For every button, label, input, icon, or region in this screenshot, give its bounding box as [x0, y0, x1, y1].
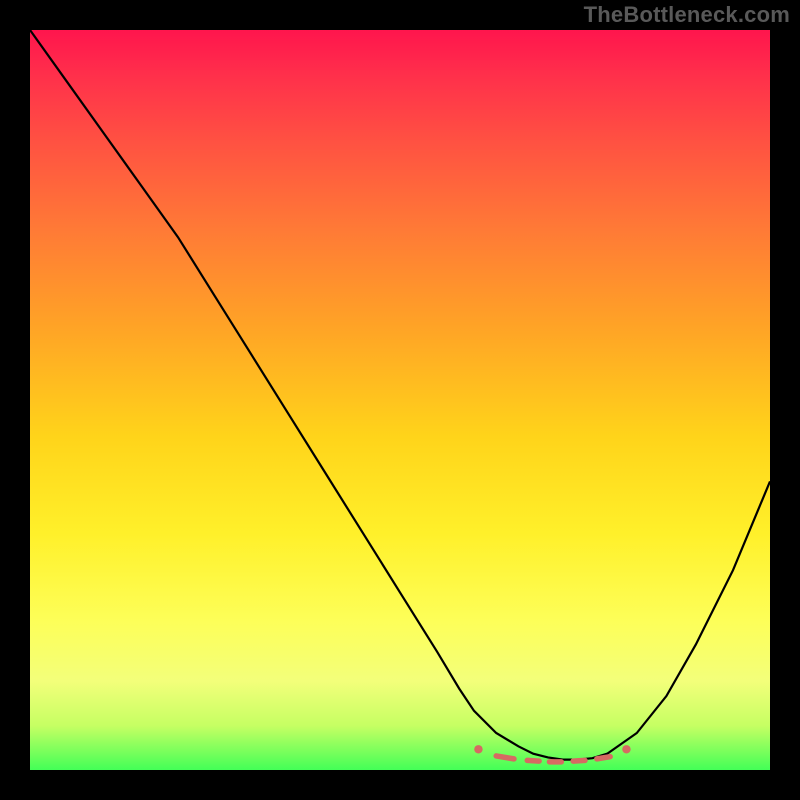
marker-dot [474, 745, 482, 753]
bottleneck-curve [30, 30, 770, 760]
watermark-text: TheBottleneck.com [584, 2, 790, 28]
marker-dash [527, 760, 539, 761]
marker-dash [496, 756, 514, 759]
chart-overlay [30, 30, 770, 770]
marker-dash [573, 760, 585, 761]
marker-dot [622, 745, 630, 753]
chart-stage: TheBottleneck.com [0, 0, 800, 800]
marker-dash [597, 757, 610, 759]
plot-area [30, 30, 770, 770]
